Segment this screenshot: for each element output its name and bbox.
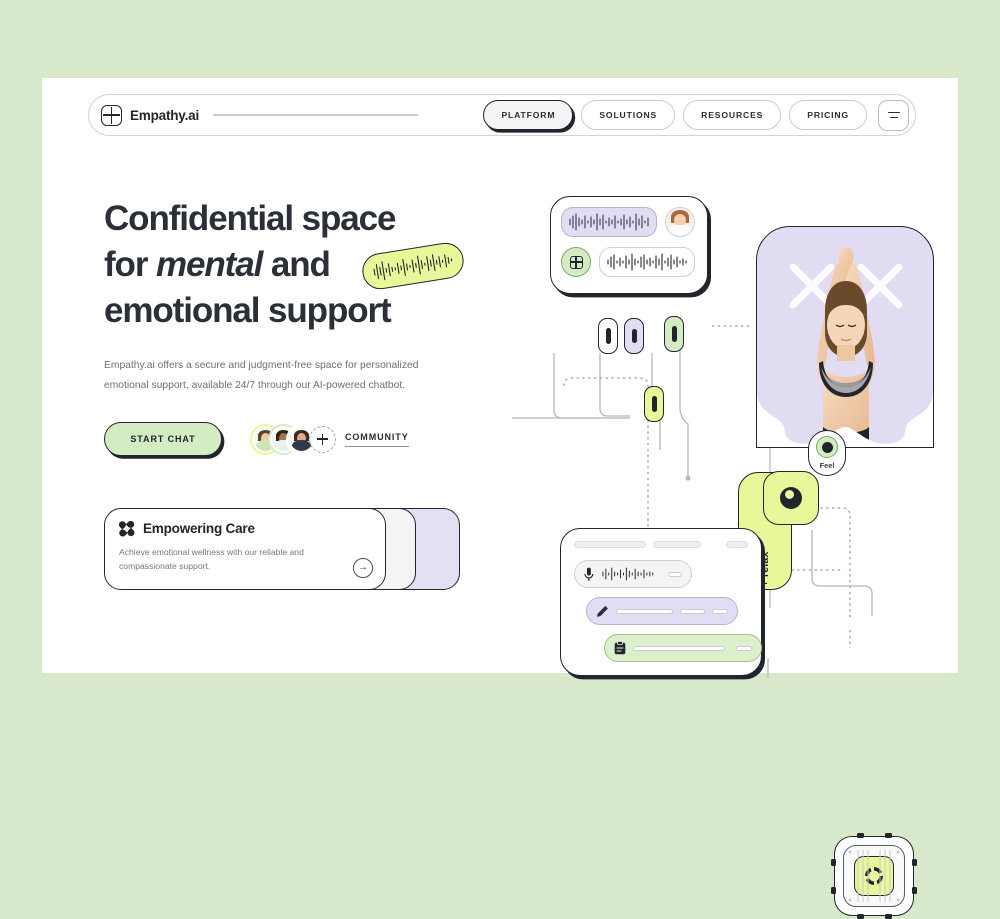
brand[interactable]: Empathy.ai bbox=[101, 105, 199, 126]
illustration-panel: + relax bbox=[512, 178, 942, 708]
plus-icon[interactable] bbox=[309, 426, 336, 453]
hero-subtitle: Empathy.ai offers a secure and judgment-… bbox=[104, 356, 456, 396]
chat-row-tail bbox=[668, 572, 682, 577]
chat-panel-card[interactable] bbox=[560, 528, 762, 676]
care-card-body: Achieve emotional wellness with our reli… bbox=[119, 545, 325, 573]
skeleton-bar bbox=[653, 541, 701, 548]
grid-square-icon bbox=[561, 247, 591, 277]
headline-line-2-suffix: and bbox=[262, 245, 330, 284]
start-chat-button[interactable]: START CHAT bbox=[104, 422, 222, 456]
chip-traces bbox=[844, 846, 904, 906]
pencil-icon bbox=[596, 605, 609, 618]
feel-label: Feel bbox=[820, 461, 835, 470]
nav-divider-rule bbox=[213, 114, 418, 115]
top-navigation-bar: Empathy.ai PLATFORM SOLUTIONS RESOURCES … bbox=[88, 94, 916, 136]
chat-row-bar bbox=[633, 646, 725, 651]
community-group[interactable]: COMMUNITY bbox=[252, 426, 409, 453]
scallop-edge bbox=[757, 391, 933, 447]
avatar-group bbox=[252, 426, 336, 453]
node-white[interactable] bbox=[598, 318, 618, 354]
microphone-icon bbox=[584, 567, 594, 582]
chat-row-tail bbox=[712, 609, 728, 614]
headline-line-3: emotional support bbox=[104, 291, 391, 330]
chat-row-note[interactable] bbox=[586, 597, 738, 625]
community-label[interactable]: COMMUNITY bbox=[345, 432, 409, 447]
nav-link-platform[interactable]: PLATFORM bbox=[483, 100, 573, 130]
dot-circle-icon bbox=[816, 436, 838, 458]
arrow-right-icon[interactable]: → bbox=[353, 558, 373, 578]
clipboard-icon bbox=[614, 641, 626, 655]
headline-emphasis: mental bbox=[156, 245, 262, 284]
hero-cta-row: START CHAT bbox=[104, 422, 504, 456]
audio-waveform-icon bbox=[561, 207, 657, 237]
nav-link-pricing[interactable]: PRICING bbox=[789, 100, 867, 130]
audio-waveform-icon bbox=[599, 247, 695, 277]
feel-node[interactable]: Feel bbox=[808, 430, 846, 476]
nav-links: PLATFORM SOLUTIONS RESOURCES PRICING bbox=[483, 100, 867, 130]
chat-row-voice[interactable] bbox=[574, 560, 692, 588]
user-avatar bbox=[665, 207, 695, 237]
empowering-care-card[interactable]: Empowering Care Achieve emotional wellne… bbox=[104, 508, 386, 590]
node-lime[interactable] bbox=[644, 386, 664, 422]
clover-icon bbox=[119, 521, 134, 536]
headline-line-2-prefix: for bbox=[104, 245, 156, 284]
chat-row-bar bbox=[680, 609, 706, 614]
skeleton-bar bbox=[726, 541, 748, 548]
eye-icon bbox=[780, 487, 802, 509]
chip-inner-frame bbox=[843, 845, 905, 907]
hero-left-column: Confidential space for mental and emotio… bbox=[104, 196, 504, 456]
brand-name: Empathy.ai bbox=[130, 108, 199, 123]
skeleton-bar bbox=[574, 541, 646, 548]
chat-row-task[interactable] bbox=[604, 634, 762, 662]
grid-square-logo-icon bbox=[101, 105, 122, 126]
relax-tag-head bbox=[763, 471, 819, 525]
page-title: Confidential space for mental and emotio… bbox=[104, 196, 504, 334]
empowering-care-card-stack: ↗ ↗ Empowering Care Achieve emo bbox=[104, 508, 464, 596]
hamburger-menu-icon[interactable] bbox=[878, 100, 909, 131]
care-card-header: Empowering Care bbox=[119, 521, 371, 536]
nav-link-solutions[interactable]: SOLUTIONS bbox=[581, 100, 675, 130]
care-card-title: Empowering Care bbox=[143, 521, 255, 536]
node-green[interactable] bbox=[664, 316, 684, 352]
headline-line-1: Confidential space bbox=[104, 199, 395, 238]
audio-waveform-icon bbox=[601, 567, 662, 581]
page-card: Empathy.ai PLATFORM SOLUTIONS RESOURCES … bbox=[42, 78, 958, 673]
node-purple[interactable] bbox=[624, 318, 644, 354]
voice-message-card[interactable] bbox=[550, 196, 708, 294]
chat-row-tail bbox=[736, 646, 752, 651]
chat-row-bar bbox=[616, 609, 673, 614]
processor-chip-module[interactable] bbox=[834, 836, 914, 916]
nav-link-resources[interactable]: RESOURCES bbox=[683, 100, 781, 130]
hero-photo-panel bbox=[756, 226, 934, 448]
